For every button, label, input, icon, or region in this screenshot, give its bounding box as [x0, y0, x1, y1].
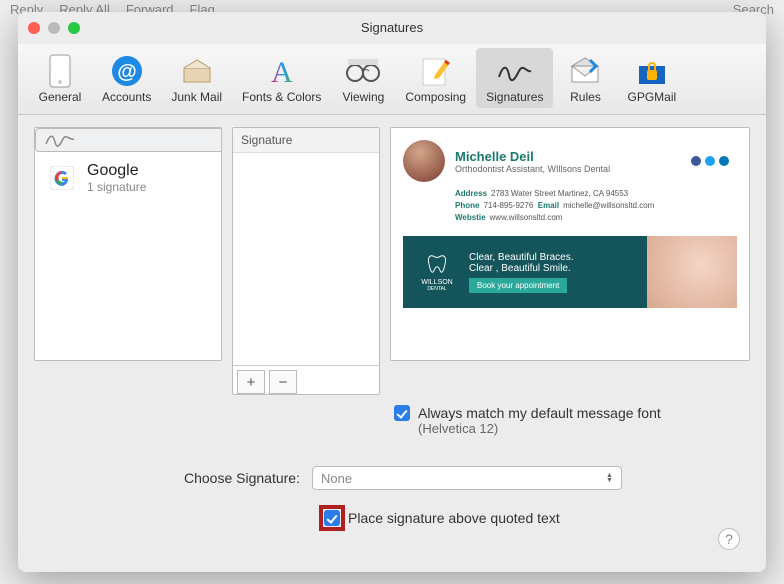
banner-cta: Book your appointment	[469, 278, 567, 293]
account-google[interactable]: Google1 signature	[35, 152, 221, 204]
choose-signature-label: Choose Signature:	[184, 470, 300, 486]
signatures-icon	[493, 52, 537, 90]
banner: WILLSONDENTAL Clear, Beautiful Braces. C…	[403, 236, 737, 308]
add-signature-button[interactable]: +	[237, 370, 265, 394]
help-button[interactable]: ?	[718, 528, 740, 550]
accounts-list: All Signatures1 signature Google1 signat…	[34, 127, 222, 361]
zoom-button[interactable]	[68, 22, 80, 34]
place-above-row: Place signature above quoted text	[324, 510, 750, 526]
fonts-colors-icon: A	[260, 52, 304, 90]
signatures-header: Signature	[233, 128, 379, 153]
facebook-icon	[691, 156, 701, 166]
tab-gpgmail[interactable]: GPGMail	[617, 48, 686, 108]
sig-title: Orthodontist Assistant, WIllsons Dental	[455, 164, 610, 174]
tab-fonts-colors[interactable]: AFonts & Colors	[232, 48, 331, 108]
place-above-label: Place signature above quoted text	[348, 510, 560, 526]
tab-rules[interactable]: Rules	[553, 48, 617, 108]
composing-icon	[414, 52, 458, 90]
signatures-list: Signature + −	[232, 127, 380, 395]
svg-text:A: A	[271, 56, 293, 88]
signature-icon	[44, 127, 78, 154]
choose-signature-row: Choose Signature: None ▲▼	[184, 466, 750, 490]
titlebar: Signatures	[18, 12, 766, 44]
match-font-sub: (Helvetica 12)	[418, 421, 661, 436]
banner-image	[647, 236, 737, 308]
sig-name: Michelle Deil	[455, 149, 610, 164]
viewing-icon	[341, 52, 385, 90]
svg-text:@: @	[117, 61, 137, 83]
choose-signature-select[interactable]: None ▲▼	[312, 466, 622, 490]
junk-mail-icon	[175, 52, 219, 90]
toolbar: General @Accounts Junk Mail AFonts & Col…	[18, 44, 766, 115]
linkedin-icon	[719, 156, 729, 166]
banner-logo: WILLSONDENTAL	[415, 253, 459, 292]
window-controls	[28, 22, 80, 34]
tab-viewing[interactable]: Viewing	[331, 48, 395, 108]
accounts-icon: @	[105, 52, 149, 90]
social-icons	[691, 156, 729, 166]
match-font-label: Always match my default message font	[418, 405, 661, 421]
signature-preview: Michelle Deil Orthodontist Assistant, WI…	[390, 127, 750, 361]
remove-signature-button[interactable]: −	[269, 370, 297, 394]
twitter-icon	[705, 156, 715, 166]
gpgmail-icon	[630, 52, 674, 90]
tab-accounts[interactable]: @Accounts	[92, 48, 161, 108]
account-all-signatures[interactable]: All Signatures1 signature	[35, 128, 222, 152]
tab-junk-mail[interactable]: Junk Mail	[161, 48, 232, 108]
general-icon	[38, 52, 82, 90]
google-icon	[45, 164, 79, 192]
minimize-button[interactable]	[48, 22, 60, 34]
match-font-checkbox[interactable]	[394, 405, 410, 421]
chevron-updown-icon: ▲▼	[606, 473, 613, 483]
close-button[interactable]	[28, 22, 40, 34]
tab-signatures[interactable]: Signatures	[476, 48, 553, 108]
avatar	[403, 140, 445, 182]
rules-icon	[563, 52, 607, 90]
preferences-window: Signatures General @Accounts Junk Mail A…	[18, 12, 766, 572]
tab-general[interactable]: General	[28, 48, 92, 108]
tab-composing[interactable]: Composing	[395, 48, 476, 108]
sig-details: Address2783 Water Street Martinez, CA 94…	[455, 188, 737, 224]
signatures-body[interactable]	[233, 153, 379, 365]
match-font-row: Always match my default message font (He…	[394, 405, 750, 436]
place-above-checkbox[interactable]	[324, 510, 340, 526]
window-title: Signatures	[361, 20, 423, 35]
